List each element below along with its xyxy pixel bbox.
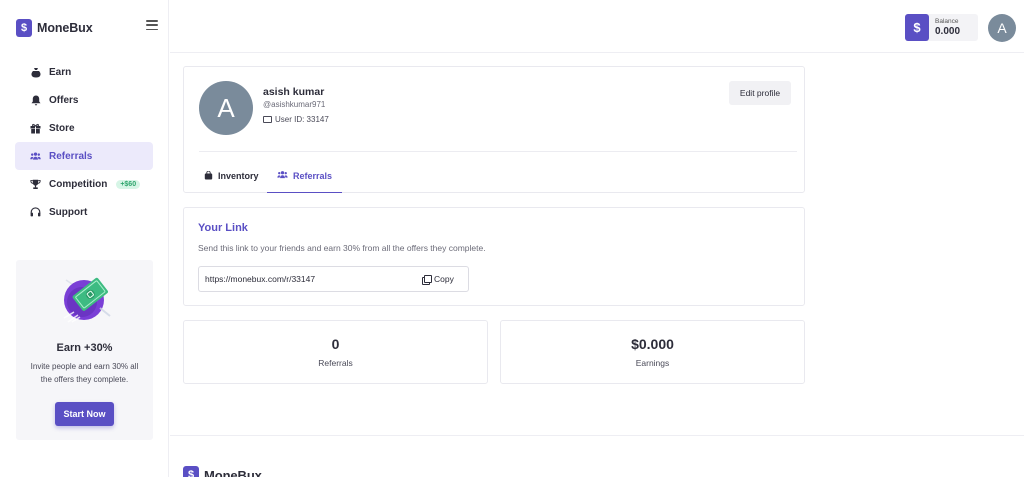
start-now-button[interactable]: Start Now [55, 402, 114, 426]
tab-divider [199, 151, 797, 152]
gift-icon [30, 123, 41, 134]
brand-logo[interactable]: $ MoneBux [16, 19, 93, 37]
user-avatar[interactable]: A [988, 14, 1016, 42]
earnings-label: Earnings [635, 358, 670, 368]
balance-value: 0.000 [935, 25, 961, 37]
referral-promo-card: Earn +30% Invite people and earn 30% all… [16, 260, 153, 440]
sidebar-item-support[interactable]: Support [15, 198, 153, 226]
referral-link-card: Your Link Send this link to your friends… [183, 207, 805, 306]
dollar-logo-icon: $ [183, 466, 199, 477]
sidebar-item-label: Support [49, 206, 88, 218]
bell-icon [30, 95, 41, 106]
referral-link-field: Copy [198, 266, 469, 292]
profile-user-id: User ID: 33147 [263, 115, 329, 124]
link-title: Your Link [198, 222, 248, 234]
sidebar-item-label: Competition [49, 178, 108, 190]
bag-icon [204, 170, 213, 182]
users-icon [30, 151, 41, 162]
brand-name: MoneBux [37, 21, 93, 35]
profile-avatar: A [199, 81, 253, 135]
copy-link-button[interactable]: Copy [422, 267, 468, 291]
profile-card: A asish kumar @asishkumar971 User ID: 33… [183, 66, 805, 193]
dollar-icon: $ [905, 14, 929, 41]
hamburger-menu-icon[interactable] [146, 20, 158, 30]
link-description: Send this link to your friends and earn … [198, 243, 486, 253]
referral-link-input[interactable] [199, 267, 422, 291]
promo-title: Earn +30% [56, 342, 113, 354]
sidebar-item-store[interactable]: Store [15, 114, 153, 142]
profile-name: asish kumar [263, 86, 325, 98]
trophy-icon [30, 179, 41, 190]
sidebar-item-label: Earn [49, 66, 72, 78]
tab-inventory[interactable]: Inventory [201, 159, 262, 193]
balance-text: Balance 0.000 [935, 18, 960, 38]
id-card-icon [263, 116, 272, 123]
users-icon [277, 170, 288, 181]
sidebar-item-label: Offers [49, 94, 79, 106]
sidebar-nav: Earn Offers Store Referrals Competition [15, 58, 153, 226]
balance-widget[interactable]: $ Balance 0.000 [905, 14, 978, 41]
dollar-logo-icon: $ [16, 19, 32, 37]
referrals-label: Referrals [318, 358, 353, 368]
footer-brand-name: MoneBux [204, 467, 262, 477]
balance-label: Balance [935, 17, 959, 25]
sidebar-item-earn[interactable]: Earn [15, 58, 153, 86]
referrals-count: 0 [331, 336, 340, 352]
profile-handle: @asishkumar971 [263, 100, 326, 109]
earnings-stat-card: $0.000 Earnings [500, 320, 805, 384]
sidebar-item-competition[interactable]: Competition +$60 [15, 170, 153, 198]
copy-icon [422, 274, 432, 285]
sidebar-item-offers[interactable]: Offers [15, 86, 153, 114]
headset-icon [30, 206, 41, 218]
edit-profile-button[interactable]: Edit profile [729, 81, 791, 105]
referrals-stat-card: 0 Referrals [183, 320, 488, 384]
sidebar-item-label: Referrals [49, 150, 93, 162]
money-referral-illustration [63, 277, 111, 323]
sidebar: $ MoneBux Earn Offers Store Referrals Co… [0, 0, 169, 477]
promo-text: Invite people and earn 30% all the offer… [30, 362, 139, 384]
sidebar-item-label: Store [49, 122, 75, 134]
user-id-text: User ID: 33147 [275, 115, 329, 124]
money-bag-icon [30, 67, 41, 78]
sidebar-item-referrals[interactable]: Referrals [15, 142, 153, 170]
footer-brand[interactable]: $ MoneBux [183, 466, 262, 477]
tab-referrals[interactable]: Referrals [267, 159, 342, 193]
tab-label: Inventory [218, 171, 259, 181]
tab-label: Referrals [292, 170, 333, 181]
copy-label: Copy [434, 274, 454, 284]
top-header: $ Balance 0.000 A [170, 0, 1024, 53]
earnings-value: $0.000 [631, 336, 674, 352]
competition-reward-badge: +$60 [116, 179, 141, 189]
footer-divider [170, 435, 1024, 436]
